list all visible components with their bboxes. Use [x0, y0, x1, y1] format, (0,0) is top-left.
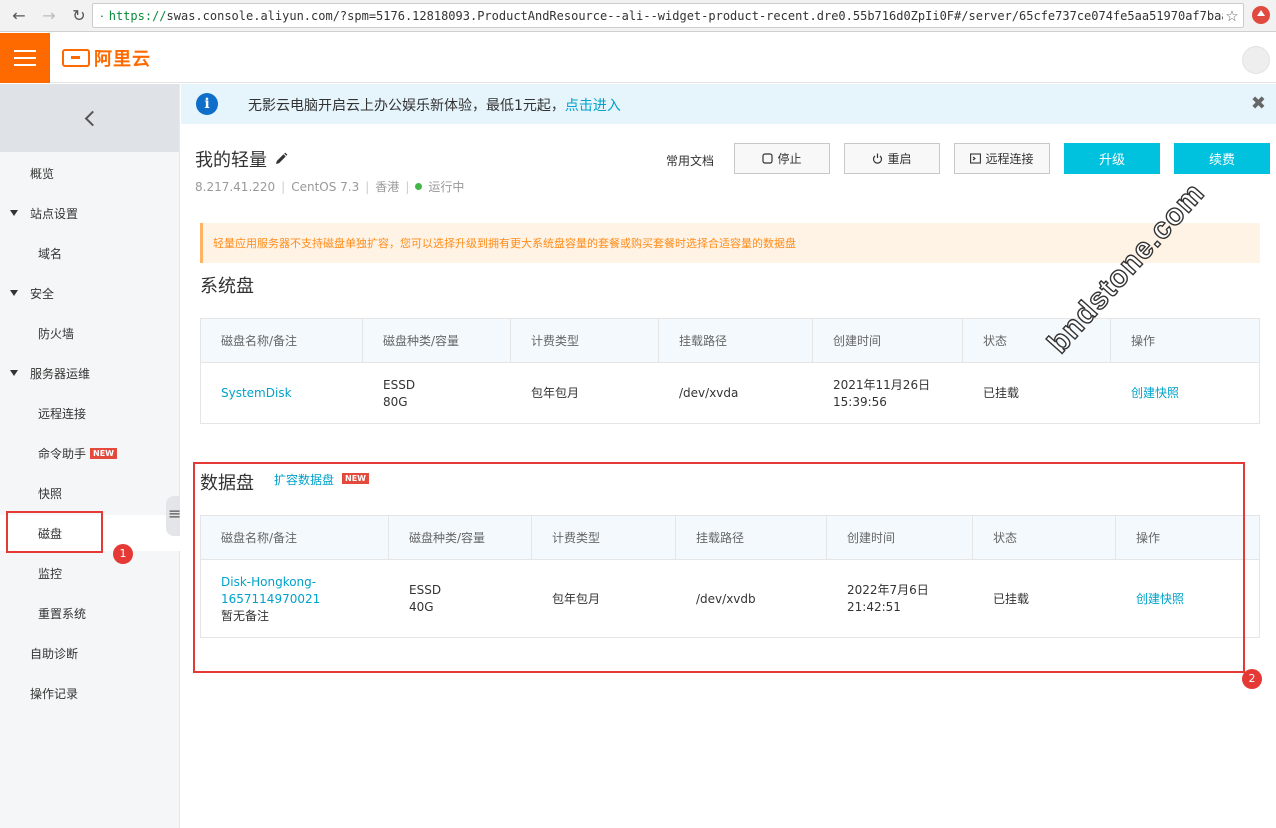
system-disk-name-link[interactable]: SystemDisk [221, 385, 292, 402]
sidebar-collapse-button[interactable] [0, 84, 179, 152]
system-disk-billing: 包年包月 [531, 386, 580, 400]
remote-connect-button[interactable]: 远程连接 [954, 143, 1050, 174]
reload-icon[interactable]: ↻ [68, 5, 90, 27]
sidebar-item-command-assistant[interactable]: 命令助手 NEW [0, 435, 180, 471]
notice-link[interactable]: 点击进入 [565, 98, 621, 114]
system-disk-table: 磁盘名称/备注 磁盘种类/容量 计费类型 挂载路径 创建时间 状态 操作 Sys… [200, 318, 1260, 424]
sidebar-item-overview[interactable]: 概览 [0, 155, 180, 191]
browser-toolbar: ← → ↻ https://swas.console.aliyun.com/?s… [0, 0, 1276, 32]
sidebar-item-site-settings[interactable]: 站点设置 [0, 195, 180, 231]
restart-button[interactable]: 重启 [844, 143, 940, 174]
system-disk-type: ESSD 80G [383, 378, 416, 409]
sidebar-item-domain[interactable]: 域名 [0, 235, 180, 271]
edit-icon[interactable] [273, 151, 289, 167]
stop-button[interactable]: 停止 [734, 143, 830, 174]
highlight-box-disk [6, 511, 103, 553]
forward-icon[interactable]: → [38, 5, 60, 27]
url-text: https://swas.console.aliyun.com/?spm=517… [108, 8, 1243, 23]
annotation-marker-2: 2 [1242, 669, 1262, 689]
caret-down-icon [10, 290, 18, 296]
server-meta: 8.217.41.220 | CentOS 7.3 | 香港 | 运行中 [195, 179, 465, 195]
power-icon [873, 153, 883, 164]
upgrade-button[interactable]: 升级 [1064, 143, 1160, 174]
sidebar-item-operation-log[interactable]: 操作记录 [0, 675, 180, 711]
highlight-box-data-disk [193, 462, 1245, 673]
sidebar-item-snapshot[interactable]: 快照 [0, 475, 180, 511]
sidebar-item-server-ops[interactable]: 服务器运维 [0, 355, 180, 391]
server-ip: 8.217.41.220 [195, 179, 276, 194]
sidebar-item-firewall[interactable]: 防火墙 [0, 315, 180, 351]
bookmark-star-icon[interactable]: ☆ [1223, 7, 1241, 25]
back-icon[interactable]: ← [8, 5, 30, 27]
extension-icon[interactable] [1252, 6, 1270, 24]
page-title: 我的轻量 [195, 146, 464, 172]
sidebar-item-remote-connect[interactable]: 远程连接 [0, 395, 180, 431]
sidebar-item-monitor[interactable]: 监控 [0, 555, 180, 591]
sidebar: 概览 站点设置 域名 安全 防火墙 服务器运维 远程连接 命令助手 NEW 快照 … [0, 84, 180, 828]
server-header: 我的轻量 8.217.41.220 | CentOS 7.3 | 香港 | 运行中 [195, 146, 464, 195]
avatar[interactable] [1242, 46, 1270, 74]
warning-banner: 轻量应用服务器不支持磁盘单独扩容，您可以选择升级到拥有更大系统盘容量的套餐或购买… [200, 223, 1260, 263]
logo-mark-icon [62, 49, 90, 67]
sidebar-item-reset-system[interactable]: 重置系统 [0, 595, 180, 631]
system-disk-title: 系统盘 [200, 276, 254, 297]
caret-down-icon [10, 210, 18, 216]
info-icon: i [196, 93, 218, 115]
stop-icon [762, 153, 774, 164]
annotation-marker-1: 1 [113, 544, 133, 564]
status-badge: 运行中 [428, 180, 465, 194]
system-disk-path: /dev/xvda [679, 386, 739, 400]
close-icon[interactable]: ✖ [1251, 93, 1266, 114]
terminal-icon [970, 153, 982, 164]
system-disk-created: 2021年11月26日 15:39:56 [833, 378, 931, 409]
lock-icon [101, 14, 103, 17]
aliyun-logo[interactable]: 阿里云 [62, 46, 151, 70]
sidebar-item-self-diagnosis[interactable]: 自助诊断 [0, 635, 180, 671]
renew-button[interactable]: 续费 [1174, 143, 1270, 174]
console-header: 阿里云 [0, 33, 1276, 83]
promo-notice: i 无影云电脑开启云上办公娱乐新体验，最低1元起，点击进入 ✖ [181, 84, 1276, 124]
chevron-left-icon [84, 110, 101, 126]
sidebar-item-security[interactable]: 安全 [0, 275, 180, 311]
caret-down-icon [10, 370, 18, 376]
new-badge: NEW [90, 447, 117, 459]
address-bar[interactable]: https://swas.console.aliyun.com/?spm=517… [92, 3, 1244, 28]
docs-link[interactable]: 常用文档 [666, 152, 714, 169]
server-os: CentOS 7.3 [291, 179, 360, 194]
status-dot [415, 183, 423, 190]
menu-icon[interactable] [0, 33, 50, 83]
server-region: 香港 [375, 180, 400, 194]
sidebar-toggle-handle[interactable] [166, 496, 181, 536]
system-disk-snapshot-link[interactable]: 创建快照 [1131, 385, 1179, 402]
table-header: 磁盘名称/备注 磁盘种类/容量 计费类型 挂载路径 创建时间 状态 操作 [201, 319, 1259, 363]
system-disk-state: 已挂载 [983, 386, 1020, 400]
